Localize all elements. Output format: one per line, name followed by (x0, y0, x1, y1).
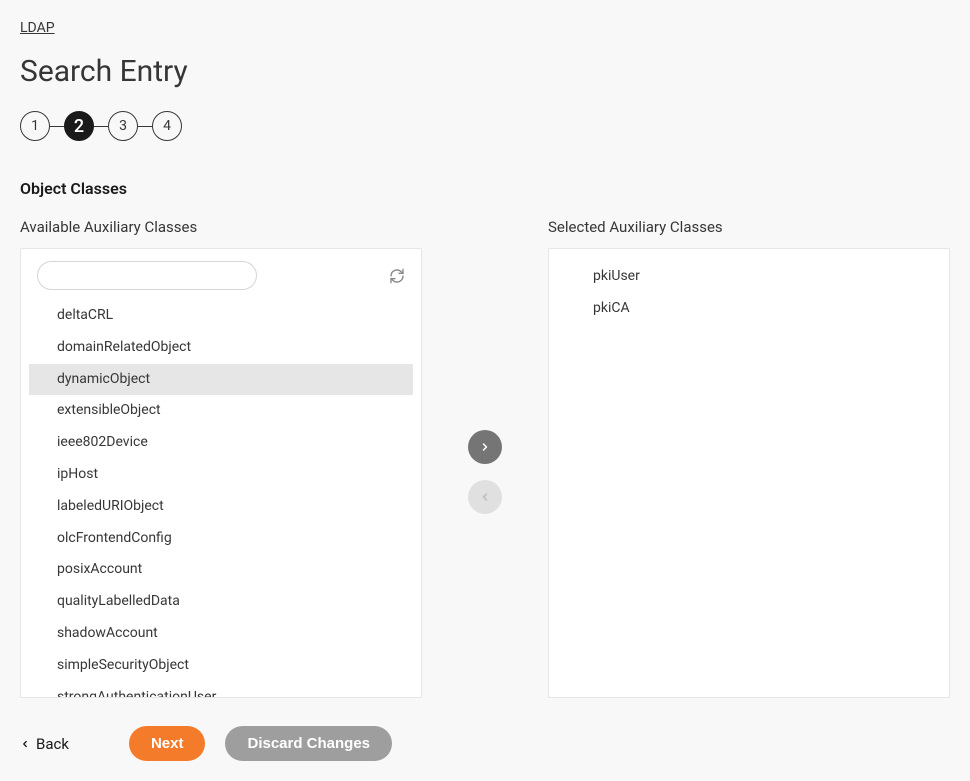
chevron-right-icon (479, 441, 491, 453)
available-label: Available Auxiliary Classes (20, 218, 422, 236)
breadcrumb-ldap[interactable]: LDAP (20, 20, 55, 36)
wizard-step-4[interactable]: 4 (152, 111, 182, 141)
back-label: Back (36, 735, 69, 753)
list-item[interactable]: extensibleObject (29, 395, 413, 427)
list-item[interactable]: domainRelatedObject (29, 332, 413, 364)
list-item[interactable]: strongAuthenticationUser (29, 682, 413, 698)
selected-label: Selected Auxiliary Classes (548, 218, 950, 236)
back-button[interactable]: Back (20, 735, 69, 753)
list-item[interactable]: olcFrontendConfig (29, 523, 413, 555)
discard-button[interactable]: Discard Changes (225, 726, 392, 761)
selected-column: Selected Auxiliary Classes pkiUserpkiCA (548, 218, 950, 698)
refresh-button[interactable] (389, 268, 405, 284)
available-list-box: deltaCRLdomainRelatedObjectdynamicObject… (20, 248, 422, 698)
move-left-button (468, 480, 502, 514)
search-input[interactable] (37, 261, 257, 290)
list-item[interactable]: deltaCRL (29, 300, 413, 332)
list-item[interactable]: posixAccount (29, 554, 413, 586)
chevron-left-icon (20, 739, 30, 749)
list-item[interactable]: labeledURIObject (29, 491, 413, 523)
wizard-step-3[interactable]: 3 (108, 111, 138, 141)
available-list: deltaCRLdomainRelatedObjectdynamicObject… (29, 300, 413, 698)
search-row (29, 261, 413, 300)
wizard-step-2[interactable]: 2 (64, 111, 94, 141)
list-item[interactable]: simpleSecurityObject (29, 650, 413, 682)
transfer-buttons-column (422, 430, 548, 514)
move-right-button[interactable] (468, 430, 502, 464)
list-item[interactable]: pkiCA (557, 293, 941, 325)
refresh-icon (389, 268, 405, 284)
chevron-left-icon (479, 491, 491, 503)
dual-list-panel: Available Auxiliary Classes (20, 218, 950, 698)
selected-list: pkiUserpkiCA (557, 261, 941, 325)
wizard-footer: Back Next Discard Changes (20, 726, 950, 761)
list-item[interactable]: qualityLabelledData (29, 586, 413, 618)
step-connector (138, 126, 152, 127)
step-connector (94, 126, 108, 127)
available-column: Available Auxiliary Classes (20, 218, 422, 698)
search-wrap (37, 261, 379, 290)
selected-list-box: pkiUserpkiCA (548, 248, 950, 698)
wizard-step-1[interactable]: 1 (20, 111, 50, 141)
list-item[interactable]: ipHost (29, 459, 413, 491)
list-item[interactable]: dynamicObject (29, 364, 413, 396)
list-item[interactable]: pkiUser (557, 261, 941, 293)
wizard-stepper: 1234 (20, 111, 950, 141)
list-item[interactable]: shadowAccount (29, 618, 413, 650)
list-item[interactable]: ieee802Device (29, 427, 413, 459)
step-connector (50, 126, 64, 127)
page-title: Search Entry (20, 54, 950, 89)
section-title-object-classes: Object Classes (20, 179, 950, 198)
next-button[interactable]: Next (129, 726, 206, 761)
